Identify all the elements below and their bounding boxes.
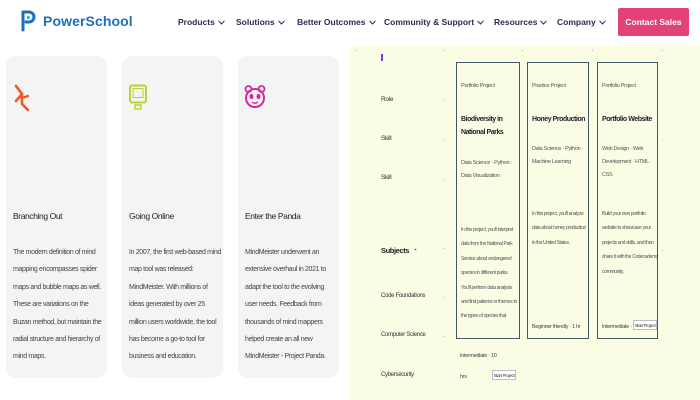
filter-skill[interactable]: Skill bbox=[381, 174, 392, 181]
nav-products[interactable]: Products bbox=[178, 17, 225, 27]
card-title: Going Online bbox=[129, 211, 174, 221]
chevron-down-icon bbox=[217, 19, 225, 25]
chevron-down-icon bbox=[277, 19, 285, 25]
project-kind: Portfolio Project bbox=[602, 83, 636, 89]
decor-dot bbox=[443, 248, 444, 249]
project-card[interactable]: Portfolio Project Biodiversity in Nation… bbox=[456, 62, 520, 339]
project-title: Honey Production bbox=[532, 116, 586, 123]
subject-code-foundations[interactable]: Code Foundations bbox=[381, 293, 426, 299]
decor-dot bbox=[662, 250, 663, 251]
chevron-down-icon bbox=[477, 19, 485, 25]
start-project-button[interactable]: Start Project bbox=[633, 320, 657, 330]
project-description: Build your own portfolio website to show… bbox=[602, 211, 659, 275]
nav-label: Company bbox=[557, 17, 596, 27]
nav-resources[interactable]: Resources bbox=[494, 17, 548, 27]
site-header: PowerSchool Products Solutions Better Ou… bbox=[0, 0, 700, 46]
subject-computer-science[interactable]: Computer Science bbox=[381, 332, 426, 338]
project-description: In this project, you'll interpret data f… bbox=[461, 227, 517, 319]
filter-skill[interactable]: Skill bbox=[381, 135, 392, 142]
filter-role[interactable]: Role bbox=[381, 96, 393, 103]
nav-label: Community & Support bbox=[384, 17, 475, 27]
decor-dot bbox=[662, 140, 663, 141]
subject-cybersecurity[interactable]: Cybersecurity bbox=[381, 372, 414, 378]
branching-icon bbox=[14, 84, 30, 112]
chevron-up-icon: ⌃ bbox=[412, 249, 418, 255]
project-meta: Intermediate · 10 bbox=[460, 353, 497, 359]
contact-sales-button[interactable]: Contact Sales bbox=[618, 8, 689, 36]
decor-dot bbox=[592, 50, 593, 51]
main-nav: Products Solutions Better Outcomes Commu… bbox=[0, 17, 700, 31]
nav-solutions[interactable]: Solutions bbox=[236, 17, 285, 27]
decor-dot bbox=[443, 50, 444, 51]
history-card-branching: Branching Out The modern definition of m… bbox=[6, 56, 107, 378]
project-card[interactable]: Practice Project Honey Production Data S… bbox=[527, 62, 589, 339]
decor-dot bbox=[356, 50, 357, 51]
project-meta: Beginner friendly · 1 hr bbox=[532, 324, 581, 330]
project-skills: Data Science · Python · Machine Learning bbox=[532, 146, 584, 165]
nav-community-support[interactable]: Community & Support bbox=[384, 17, 485, 27]
project-skills: Data Science · Python · Data Visualizati… bbox=[461, 160, 513, 179]
nav-label: Products bbox=[178, 17, 215, 27]
filter-indicator bbox=[381, 54, 383, 61]
project-title: Biodiversity in National Parks bbox=[461, 116, 504, 136]
project-kind: Portfolio Project bbox=[461, 83, 495, 89]
project-skills: Web Design · Web Development · HTML · CS… bbox=[602, 146, 652, 178]
chevron-down-icon bbox=[368, 19, 376, 25]
start-project-button[interactable]: Start Project bbox=[492, 370, 516, 380]
history-card-panda: Enter the Panda MindMeister underwent an… bbox=[238, 56, 339, 378]
decor-dot bbox=[443, 100, 444, 101]
card-body: In 2007, the first web-based mind map to… bbox=[129, 249, 221, 361]
decor-dot bbox=[443, 180, 444, 181]
decor-dot bbox=[522, 50, 523, 51]
card-body: The modern definition of mind mapping en… bbox=[13, 249, 102, 361]
computer-icon bbox=[129, 84, 147, 110]
nav-company[interactable]: Company bbox=[557, 17, 606, 27]
panda-icon bbox=[244, 85, 266, 108]
decor-dot bbox=[443, 140, 444, 141]
card-body: MindMeister underwent an extensive overh… bbox=[245, 249, 326, 361]
project-card[interactable]: Portfolio Project Portfolio Website Web … bbox=[597, 62, 658, 339]
chevron-down-icon bbox=[540, 19, 548, 25]
nav-label: Better Outcomes bbox=[297, 17, 366, 27]
card-title: Branching Out bbox=[13, 211, 63, 221]
project-meta-hours: hrs bbox=[460, 374, 467, 380]
subjects-label: Subjects bbox=[381, 246, 410, 255]
project-kind: Practice Project bbox=[532, 83, 566, 89]
nav-label: Solutions bbox=[236, 17, 275, 27]
decor-dot bbox=[443, 297, 444, 298]
subjects-filter-toggle[interactable]: Subjects ⌃ bbox=[381, 246, 418, 255]
history-card-online: Going Online In 2007, the first web-base… bbox=[122, 56, 223, 378]
decor-dot bbox=[662, 50, 663, 51]
decor-dot bbox=[443, 336, 444, 337]
nav-label: Resources bbox=[494, 17, 538, 27]
nav-better-outcomes[interactable]: Better Outcomes bbox=[297, 17, 376, 27]
project-title: Portfolio Website bbox=[602, 116, 652, 123]
chevron-down-icon bbox=[598, 19, 606, 25]
project-description: In this project, you'll analyze data abo… bbox=[532, 211, 586, 246]
card-title: Enter the Panda bbox=[245, 211, 301, 221]
